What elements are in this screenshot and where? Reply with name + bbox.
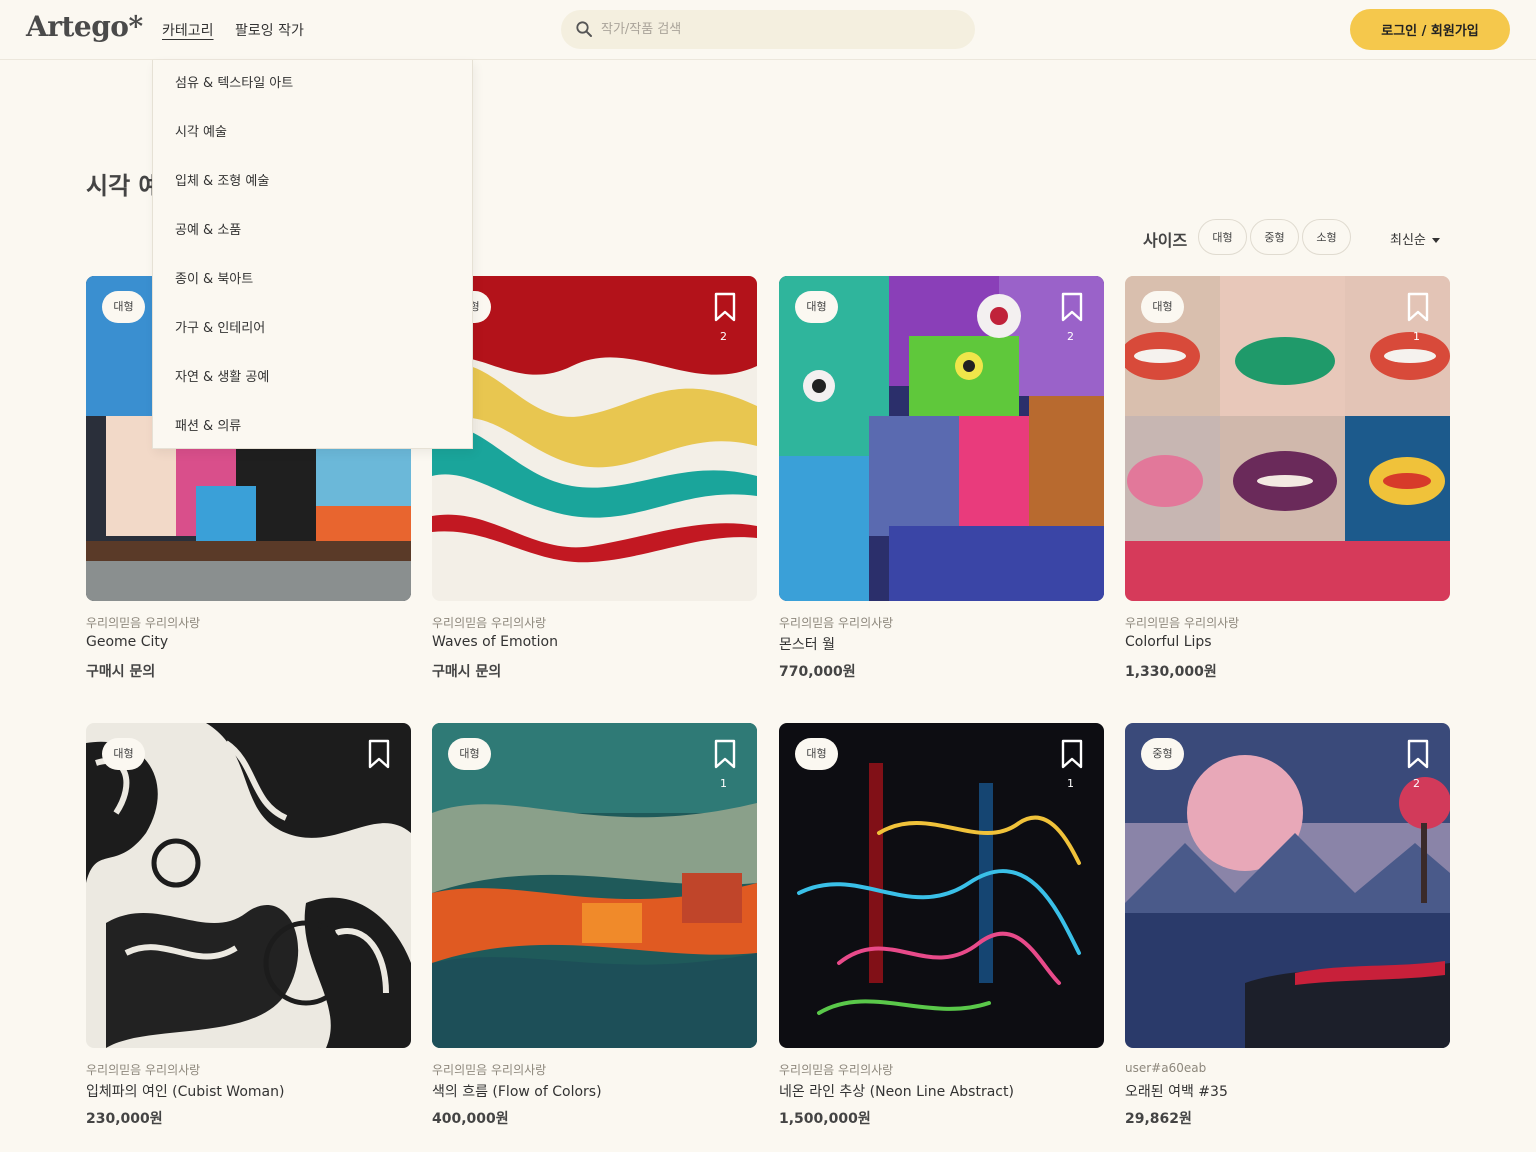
logo[interactable]: Artego* (26, 10, 143, 43)
size-chip-small[interactable]: 소형 (1302, 219, 1351, 255)
artwork-image-flow-of-colors (432, 723, 757, 1048)
artwork-price: 400,000원 (432, 1111, 509, 1127)
size-chip-large[interactable]: 대형 (1198, 219, 1247, 255)
category-item-furniture-interior[interactable]: 가구 & 인테리어 (175, 317, 265, 336)
search-icon (576, 21, 592, 37)
category-item-paper-book-art[interactable]: 종이 & 북아트 (175, 268, 253, 287)
artwork-image-old-margin-35 (1125, 723, 1450, 1048)
bookmark-count: 1 (720, 777, 727, 790)
artwork-image[interactable]: 대형 2 (432, 276, 757, 601)
artwork-title[interactable]: 네온 라인 추상 (Neon Line Abstract) (779, 1081, 1014, 1101)
artwork-image[interactable]: 중형 2 (1125, 723, 1450, 1048)
artwork-title[interactable]: Geome City (86, 634, 168, 650)
size-badge: 대형 (1141, 291, 1184, 323)
artwork-card[interactable]: 중형 2 user#a60eab 오래된 여백 #35 29,862원 (1125, 723, 1450, 1127)
artwork-image-waves-of-emotion (432, 276, 757, 601)
category-dropdown-menu: 섬유 & 텍스타일 아트 시각 예술 입체 & 조형 예술 공예 & 소품 종이… (152, 60, 473, 449)
bookmark-icon[interactable] (1060, 739, 1084, 769)
size-badge: 대형 (448, 738, 491, 770)
size-badge: 대형 (102, 738, 145, 770)
bookmark-count: 2 (720, 330, 727, 343)
size-badge: 대형 (102, 291, 145, 323)
artwork-price: 1,500,000원 (779, 1111, 871, 1127)
category-item-nature-life-craft[interactable]: 자연 & 생활 공예 (175, 366, 269, 385)
artwork-price: 230,000원 (86, 1111, 163, 1127)
artwork-card[interactable]: 대형 2 우리의믿음 우리의사랑 몬스터 월 770,000원 (779, 276, 1104, 680)
artist-name[interactable]: 우리의믿음 우리의사랑 (432, 614, 546, 631)
category-item-crafts[interactable]: 공예 & 소품 (175, 219, 241, 238)
artwork-title[interactable]: 입체파의 여인 (Cubist Woman) (86, 1081, 284, 1101)
size-chip-medium[interactable]: 중형 (1250, 219, 1299, 255)
size-badge: 대형 (795, 738, 838, 770)
bookmark-count: 1 (1413, 330, 1420, 343)
bookmark-icon[interactable] (1406, 292, 1430, 322)
nav-category[interactable]: 카테고리 (162, 20, 214, 40)
artist-name[interactable]: 우리의믿음 우리의사랑 (779, 1061, 893, 1078)
artwork-title[interactable]: 몬스터 월 (779, 634, 835, 654)
bookmark-icon[interactable] (713, 292, 737, 322)
artwork-card[interactable]: 대형 1 우리의믿음 우리의사랑 색의 흐름 (Flow of Colors) … (432, 723, 757, 1127)
artwork-image-neon-line-abstract (779, 723, 1104, 1048)
artwork-price: 구매시 문의 (432, 664, 502, 680)
category-item-textile-art[interactable]: 섬유 & 텍스타일 아트 (175, 72, 293, 91)
size-badge: 대형 (795, 291, 838, 323)
artwork-image-monster-wall (779, 276, 1104, 601)
artist-name[interactable]: 우리의믿음 우리의사랑 (779, 614, 893, 631)
search-bar[interactable] (561, 10, 975, 49)
artwork-card[interactable]: 대형 우리의믿음 우리의사랑 입체파의 여인 (Cubist Woman) 23… (86, 723, 411, 1127)
bookmark-icon[interactable] (1060, 292, 1084, 322)
size-badge: 중형 (1141, 738, 1184, 770)
artwork-image[interactable]: 대형 1 (1125, 276, 1450, 601)
category-item-sculpture[interactable]: 입체 & 조형 예술 (175, 170, 269, 189)
bookmark-icon[interactable] (713, 739, 737, 769)
bookmark-count: 2 (1067, 330, 1074, 343)
top-header: Artego* 카테고리 팔로잉 작가 로그인 / 회원가입 (0, 0, 1536, 60)
artwork-image-colorful-lips (1125, 276, 1450, 601)
artwork-price: 구매시 문의 (86, 664, 156, 680)
artwork-price: 1,330,000원 (1125, 664, 1217, 680)
artist-name[interactable]: user#a60eab (1125, 1061, 1206, 1075)
bookmark-icon[interactable] (367, 739, 391, 769)
artwork-image[interactable]: 대형 (86, 723, 411, 1048)
artist-name[interactable]: 우리의믿음 우리의사랑 (86, 1061, 200, 1078)
artwork-card[interactable]: 대형 2 우리의믿음 우리의사랑 Waves of Emotion 구매시 문의 (432, 276, 757, 680)
nav-following-artists[interactable]: 팔로잉 작가 (235, 20, 304, 40)
bookmark-icon[interactable] (1406, 739, 1430, 769)
category-item-fashion-clothing[interactable]: 패션 & 의류 (175, 415, 241, 434)
category-item-visual-art[interactable]: 시각 예술 (175, 121, 227, 140)
artwork-price: 29,862원 (1125, 1111, 1192, 1127)
artwork-image[interactable]: 대형 1 (432, 723, 757, 1048)
artist-name[interactable]: 우리의믿음 우리의사랑 (432, 1061, 546, 1078)
artwork-image[interactable]: 대형 1 (779, 723, 1104, 1048)
artwork-title[interactable]: Waves of Emotion (432, 634, 558, 650)
login-signup-button[interactable]: 로그인 / 회원가입 (1350, 9, 1510, 50)
search-input[interactable] (601, 19, 961, 39)
bookmark-count: 1 (1067, 777, 1074, 790)
artwork-card[interactable]: 대형 1 우리의믿음 우리의사랑 네온 라인 추상 (Neon Line Abs… (779, 723, 1104, 1127)
artwork-price: 770,000원 (779, 664, 856, 680)
bookmark-count: 2 (1413, 777, 1420, 790)
artwork-image[interactable]: 대형 2 (779, 276, 1104, 601)
sort-dropdown[interactable]: 최신순 (1390, 229, 1440, 248)
artwork-card[interactable]: 대형 1 우리의믿음 우리의사랑 Colorful Lips 1,330,000… (1125, 276, 1450, 680)
artist-name[interactable]: 우리의믿음 우리의사랑 (86, 614, 200, 631)
artwork-title[interactable]: 오래된 여백 #35 (1125, 1081, 1228, 1101)
size-filter-label: 사이즈 (1143, 231, 1188, 250)
caret-down-icon (1431, 238, 1440, 243)
artwork-image-cubist-woman (86, 723, 411, 1048)
artist-name[interactable]: 우리의믿음 우리의사랑 (1125, 614, 1239, 631)
artwork-title[interactable]: 색의 흐름 (Flow of Colors) (432, 1081, 602, 1101)
sort-label: 최신순 (1390, 233, 1426, 248)
artwork-title[interactable]: Colorful Lips (1125, 634, 1212, 650)
